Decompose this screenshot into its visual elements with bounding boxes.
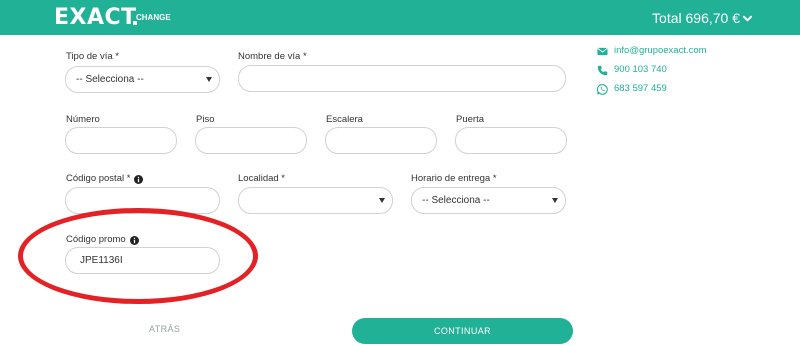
piso-label: Piso bbox=[196, 114, 214, 126]
dropdown-caret-icon bbox=[552, 198, 558, 203]
horario-label-text: Horario de entrega * bbox=[411, 173, 497, 184]
numero-label-text: Número bbox=[66, 114, 100, 125]
continue-button[interactable]: CONTINUAR bbox=[352, 318, 573, 344]
email-text: info@grupoexact.com bbox=[614, 45, 707, 56]
contact-whatsapp[interactable]: 683 597 459 bbox=[597, 83, 667, 95]
puerta-label-text: Puerta bbox=[456, 114, 484, 125]
phone-icon bbox=[597, 65, 608, 75]
piso-label-text: Piso bbox=[196, 114, 215, 125]
numero-input[interactable] bbox=[65, 127, 177, 154]
contact-phone[interactable]: 900 103 740 bbox=[597, 64, 667, 76]
escalera-label-text: Escalera bbox=[326, 114, 363, 125]
chevron-down-icon bbox=[743, 15, 752, 21]
codigo-postal-label-text: Código postal * bbox=[66, 173, 131, 184]
codigo-promo-label-text: Código promo bbox=[66, 234, 126, 245]
escalera-field[interactable] bbox=[340, 128, 422, 153]
dropdown-caret-icon bbox=[379, 198, 385, 203]
info-icon[interactable] bbox=[134, 174, 144, 184]
contact-email[interactable]: info@grupoexact.com bbox=[597, 45, 707, 57]
codigo-postal-label: Código postal * bbox=[66, 173, 144, 185]
logo-text: EXACT bbox=[54, 5, 137, 30]
tipo-via-label: Tipo de vía * bbox=[66, 51, 119, 63]
escalera-label: Escalera bbox=[326, 114, 363, 126]
puerta-label: Puerta bbox=[456, 114, 484, 126]
localidad-label: Localidad * bbox=[238, 173, 285, 185]
phone-text: 900 103 740 bbox=[614, 64, 667, 75]
back-button[interactable]: ATRÁS bbox=[149, 324, 180, 335]
nombre-via-field[interactable] bbox=[253, 66, 551, 91]
localidad-select[interactable] bbox=[238, 187, 393, 214]
top-bar: EXACT CHANGE Total 696,70 € bbox=[0, 0, 800, 35]
horario-label: Horario de entrega * bbox=[411, 173, 497, 185]
horario-selected: -- Selecciona -- bbox=[422, 195, 490, 206]
localidad-selected bbox=[253, 188, 378, 213]
numero-field[interactable] bbox=[80, 128, 162, 153]
codigo-promo-field[interactable] bbox=[80, 248, 205, 273]
codigo-promo-label: Código promo bbox=[66, 234, 139, 246]
puerta-input[interactable] bbox=[455, 127, 567, 154]
whatsapp-text: 683 597 459 bbox=[614, 83, 667, 94]
tipo-via-selected: -- Selecciona -- bbox=[76, 74, 144, 85]
localidad-label-text: Localidad * bbox=[238, 173, 286, 184]
total-label: Total 696,70 € bbox=[652, 10, 740, 26]
piso-field[interactable] bbox=[210, 128, 292, 153]
codigo-promo-input[interactable] bbox=[65, 247, 220, 274]
nombre-via-label: Nombre de vía * bbox=[238, 51, 307, 63]
cart-total[interactable]: Total 696,70 € bbox=[652, 9, 752, 27]
tipo-via-select[interactable]: -- Selecciona -- bbox=[65, 66, 220, 93]
numero-label: Número bbox=[66, 114, 100, 126]
nombre-via-label-text: Nombre de vía * bbox=[238, 51, 307, 62]
info-icon[interactable] bbox=[129, 235, 139, 245]
nombre-via-input[interactable] bbox=[238, 65, 566, 92]
escalera-input[interactable] bbox=[325, 127, 437, 154]
codigo-postal-input[interactable] bbox=[65, 187, 220, 214]
codigo-postal-field[interactable] bbox=[80, 188, 205, 213]
whatsapp-icon bbox=[597, 83, 608, 95]
tipo-via-label-text: Tipo de vía * bbox=[66, 51, 119, 62]
puerta-field[interactable] bbox=[470, 128, 552, 153]
envelope-icon bbox=[597, 47, 608, 55]
piso-input[interactable] bbox=[195, 127, 307, 154]
logo-subtext: CHANGE bbox=[136, 13, 171, 22]
dropdown-caret-icon bbox=[206, 77, 212, 82]
horario-select[interactable]: -- Selecciona -- bbox=[411, 187, 566, 214]
